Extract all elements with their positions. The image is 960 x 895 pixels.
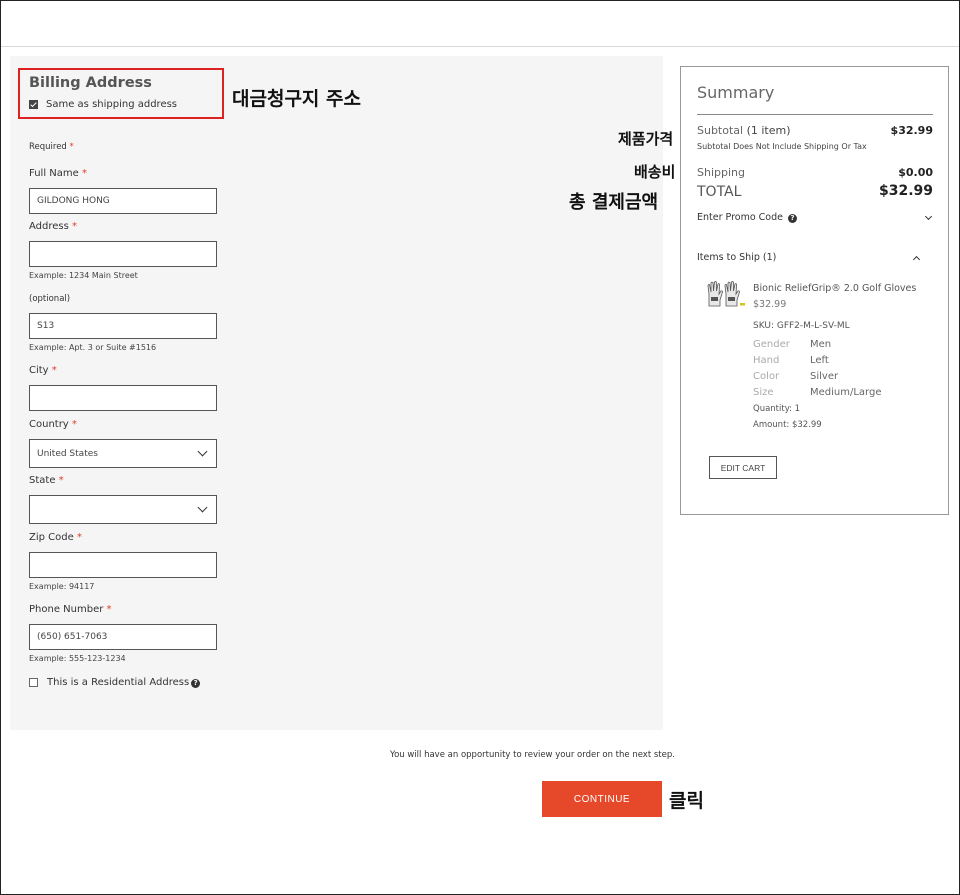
required-label: Required <box>29 142 67 152</box>
city-label-text: City <box>29 365 49 376</box>
chevron-down-icon <box>197 502 208 513</box>
phone-label-text: Phone Number <box>29 604 104 615</box>
same-as-shipping-checkbox[interactable] <box>29 100 38 109</box>
address2-value: S13 <box>37 321 55 331</box>
residential-row[interactable]: This is a Residential Address? <box>29 677 201 688</box>
summary-divider <box>697 114 933 115</box>
address-label: Address * <box>29 221 77 232</box>
address-hint: Example: 1234 Main Street <box>29 271 138 280</box>
zip-hint: Example: 94117 <box>29 582 95 591</box>
summary-title: Summary <box>697 83 775 102</box>
continue-button[interactable]: CONTINUE <box>542 781 662 817</box>
golf-gloves-image <box>707 281 745 307</box>
product-price: $32.99 <box>753 299 787 310</box>
chevron-down-icon <box>924 212 933 220</box>
zip-label: Zip Code * <box>29 532 82 543</box>
product-quantity: Quantity: 1 <box>753 404 801 414</box>
items-to-ship-toggle[interactable]: Items to Ship (1) <box>697 252 921 263</box>
product-sku: SKU: GFF2-M-L-SV-ML <box>753 321 850 331</box>
required-mark: * <box>51 365 57 376</box>
country-label-text: Country <box>29 419 69 430</box>
edit-cart-button[interactable]: EDIT CART <box>709 456 777 479</box>
subtotal-label: Subtotal (1 item) <box>697 124 791 137</box>
required-mark: * <box>72 221 78 232</box>
phone-hint: Example: 555-123-1234 <box>29 654 126 663</box>
same-as-shipping-label: Same as shipping address <box>46 99 178 110</box>
billing-address-title: Billing Address <box>29 75 152 91</box>
phone-value: (650) 651-7063 <box>37 632 108 642</box>
attr-value: Silver <box>810 371 839 382</box>
attr-value: Left <box>810 355 829 366</box>
product-amount: Amount: $32.99 <box>753 420 822 430</box>
residential-label: This is a Residential Address? <box>47 677 201 688</box>
state-label-text: State <box>29 475 56 486</box>
annotation-billing-address: 대금청구지 주소 <box>232 88 361 110</box>
attr-value: Men <box>810 339 832 350</box>
shipping-value: $0.00 <box>898 166 933 179</box>
attr-value: Medium/Large <box>810 387 882 398</box>
subtotal-value: $32.99 <box>890 124 933 137</box>
country-value: United States <box>37 448 98 459</box>
subtotal-count: (1 item) <box>746 124 791 137</box>
annotation-product-price: 제품가격 <box>618 130 674 148</box>
address2-hint: Example: Apt. 3 or Suite #1516 <box>29 343 157 352</box>
attr-key: Hand <box>753 355 780 366</box>
required-mark: * <box>106 604 112 615</box>
required-mark: * <box>76 532 82 543</box>
shipping-label: Shipping <box>697 166 745 179</box>
state-label: State * <box>29 475 64 486</box>
address-label-text: Address <box>29 221 69 232</box>
annotation-click: 클릭 <box>669 790 704 812</box>
city-label: City * <box>29 365 57 376</box>
full-name-label-text: Full Name <box>29 168 79 179</box>
annotation-total-payment: 총 결제금액 <box>569 192 659 213</box>
residential-checkbox[interactable] <box>29 678 38 687</box>
city-input[interactable] <box>29 385 217 411</box>
help-icon[interactable]: ? <box>788 213 798 223</box>
chevron-up-icon <box>912 255 921 263</box>
full-name-label: Full Name * <box>29 168 87 179</box>
address-input[interactable] <box>29 241 217 267</box>
promo-code-label-text: Enter Promo Code <box>697 212 783 223</box>
full-name-value: GILDONG HONG <box>37 196 110 206</box>
required-mark: * <box>81 168 87 179</box>
product-name[interactable]: Bionic ReliefGrip® 2.0 Golf Gloves <box>753 283 916 294</box>
address2-input[interactable]: S13 <box>29 313 217 339</box>
residential-label-text: This is a Residential Address <box>47 677 190 688</box>
required-mark: * <box>58 475 64 486</box>
phone-input[interactable]: (650) 651-7063 <box>29 624 217 650</box>
attr-key: Size <box>753 387 774 398</box>
review-note: You will have an opportunity to review y… <box>390 750 675 760</box>
phone-label: Phone Number * <box>29 604 112 615</box>
country-select[interactable]: United States <box>29 439 217 468</box>
subtotal-label-text: Subtotal <box>697 124 744 137</box>
subtotal-note: Subtotal Does Not Include Shipping Or Ta… <box>697 142 867 151</box>
header-divider <box>1 46 959 47</box>
required-mark: * <box>69 142 74 152</box>
attr-key: Gender <box>753 339 790 350</box>
required-mark: * <box>71 419 77 430</box>
required-note: Required * <box>29 142 74 152</box>
same-as-shipping-row[interactable]: Same as shipping address <box>29 99 177 110</box>
zip-label-text: Zip Code <box>29 532 74 543</box>
annotation-shipping-fee: 배송비 <box>634 163 676 181</box>
full-name-input[interactable]: GILDONG HONG <box>29 188 217 214</box>
total-label: TOTAL <box>697 184 742 200</box>
promo-code-toggle[interactable]: Enter Promo Code ? <box>697 212 933 223</box>
attr-key: Color <box>753 371 780 382</box>
total-value: $32.99 <box>878 183 933 199</box>
country-label: Country * <box>29 419 77 430</box>
state-select[interactable] <box>29 495 217 524</box>
items-to-ship-label: Items to Ship (1) <box>697 252 777 263</box>
promo-code-label: Enter Promo Code ? <box>697 212 798 223</box>
chevron-down-icon <box>197 446 208 457</box>
zip-input[interactable] <box>29 552 217 578</box>
address2-label: (optional) <box>29 294 71 304</box>
help-icon[interactable]: ? <box>191 678 201 688</box>
